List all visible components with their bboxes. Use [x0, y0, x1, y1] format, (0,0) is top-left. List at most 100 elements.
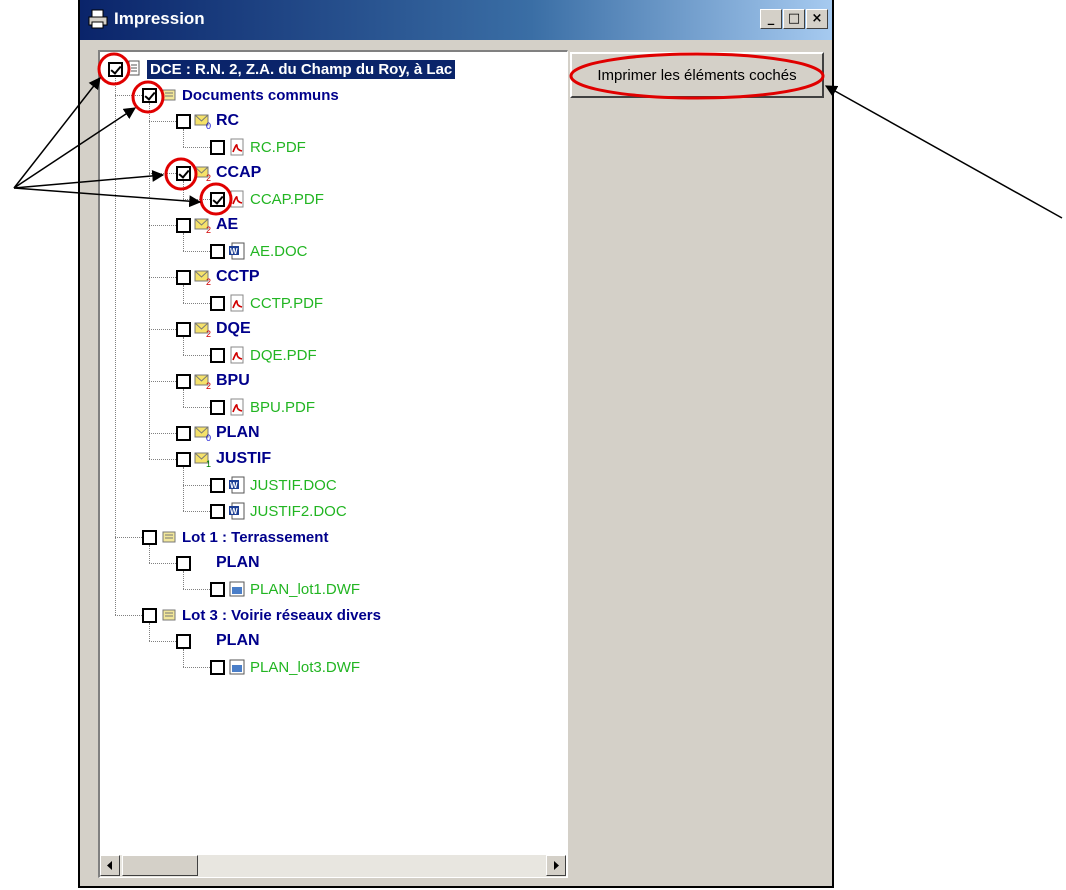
word-doc-icon: W	[229, 502, 245, 520]
node-checkbox[interactable]	[176, 373, 191, 389]
tree-node[interactable]: 1 JUSTIF	[176, 447, 271, 471]
tree-node[interactable]: 0 RC	[176, 109, 239, 133]
tree-connector	[183, 667, 210, 668]
scroll-thumb[interactable]	[122, 855, 198, 876]
node-checkbox[interactable]	[176, 113, 191, 129]
tree-connector	[149, 433, 176, 434]
node-label: Documents communs	[182, 86, 339, 104]
scroll-icon	[162, 531, 176, 543]
node-checkbox[interactable]	[210, 503, 225, 519]
document-icon	[128, 60, 140, 76]
tree-root[interactable]: DCE : R.N. 2, Z.A. du Champ du Roy, à La…	[108, 57, 456, 81]
tree-node[interactable]: W JUSTIF.DOC	[210, 473, 337, 497]
tree-connector	[183, 407, 210, 408]
node-label: DQE.PDF	[250, 346, 317, 364]
node-checkbox[interactable]	[210, 295, 225, 311]
window-title: Impression	[114, 9, 205, 28]
document-tree[interactable]: DCE : R.N. 2, Z.A. du Champ du Roy, à La…	[98, 50, 568, 878]
tree-connector	[149, 121, 176, 122]
node-checkbox[interactable]	[176, 451, 191, 467]
scroll-icon	[162, 609, 176, 621]
tree-node[interactable]: 0 PLAN	[176, 421, 260, 445]
node-checkbox[interactable]	[142, 529, 157, 545]
tree-connector	[149, 641, 176, 642]
minimize-button[interactable]: _	[760, 9, 782, 29]
mail-folder-icon: 2	[194, 322, 211, 338]
pdf-icon	[230, 190, 244, 208]
horizontal-scrollbar[interactable]	[100, 855, 566, 877]
tree-node[interactable]: 2 BPU	[176, 369, 250, 393]
tree-node[interactable]: W AE.DOC	[210, 239, 308, 263]
node-checkbox[interactable]	[176, 555, 191, 571]
tree-node[interactable]: RC.PDF	[210, 135, 306, 159]
mail-folder-icon: 0	[194, 426, 211, 442]
node-checkbox[interactable]	[142, 87, 157, 103]
node-label: DQE	[216, 320, 251, 337]
mail-folder-icon: 0	[194, 114, 211, 130]
print-checked-button[interactable]: Imprimer les éléments cochés	[570, 52, 824, 98]
dwf-icon	[229, 659, 245, 675]
tree-node[interactable]: CCAP.PDF	[210, 187, 324, 211]
node-checkbox[interactable]	[210, 347, 225, 363]
tree-connector	[115, 74, 116, 615]
tree-connector	[183, 147, 210, 148]
node-label: Lot 3 : Voirie réseaux divers	[182, 606, 381, 624]
tree-node[interactable]: Lot 1 : Terrassement	[142, 525, 328, 549]
node-checkbox[interactable]	[176, 425, 191, 441]
node-checkbox[interactable]	[210, 659, 225, 675]
tree-node[interactable]: 2 AE	[176, 213, 238, 237]
tree-connector	[183, 199, 210, 200]
tree-node[interactable]: PLAN	[176, 629, 260, 653]
tree-node[interactable]: CCTP.PDF	[210, 291, 323, 315]
node-label: Lot 1 : Terrassement	[182, 528, 329, 546]
node-checkbox[interactable]	[176, 321, 191, 337]
node-checkbox[interactable]	[176, 633, 191, 649]
tree-node[interactable]: 2 DQE	[176, 317, 251, 341]
node-label: RC	[216, 112, 240, 129]
node-label: JUSTIF2.DOC	[250, 502, 347, 520]
node-checkbox[interactable]	[210, 139, 225, 155]
title-bar[interactable]: Impression _ □ ×	[80, 0, 832, 40]
tree-connector	[183, 589, 210, 590]
tree-node[interactable]: 2 CCTP	[176, 265, 260, 289]
node-label: AE	[216, 216, 239, 233]
tree-connector	[183, 251, 210, 252]
svg-text:2: 2	[206, 381, 211, 390]
tree-connector	[183, 511, 210, 512]
tree-node[interactable]: 2 CCAP	[176, 161, 261, 185]
node-checkbox[interactable]	[176, 165, 191, 181]
pdf-icon	[230, 346, 244, 364]
node-checkbox[interactable]	[210, 399, 225, 415]
node-checkbox[interactable]	[210, 477, 225, 493]
scroll-icon	[162, 89, 176, 101]
root-checkbox[interactable]	[108, 61, 123, 77]
tree-node[interactable]: DQE.PDF	[210, 343, 317, 367]
tree-connector	[149, 381, 176, 382]
tree-node[interactable]: PLAN_lot3.DWF	[210, 655, 360, 679]
tree-node[interactable]: W JUSTIF2.DOC	[210, 499, 347, 523]
node-label: PLAN_lot1.DWF	[250, 580, 361, 598]
node-label: JUSTIF	[216, 450, 272, 467]
blank-icon	[194, 554, 212, 572]
node-checkbox[interactable]	[176, 217, 191, 233]
arrow-right-icon	[554, 861, 559, 870]
tree-node[interactable]: BPU.PDF	[210, 395, 315, 419]
tree-node[interactable]: Documents communs	[142, 83, 339, 107]
scroll-left-button[interactable]	[100, 855, 120, 876]
close-button[interactable]: ×	[806, 9, 828, 29]
tree-node[interactable]: PLAN_lot1.DWF	[210, 577, 360, 601]
node-checkbox[interactable]	[210, 581, 225, 597]
tree-node[interactable]: PLAN	[176, 551, 260, 575]
scroll-right-button[interactable]	[546, 855, 566, 876]
tree-node[interactable]: Lot 3 : Voirie réseaux divers	[142, 603, 381, 627]
node-checkbox[interactable]	[210, 243, 225, 259]
tree-connector	[149, 103, 150, 459]
svg-text:0: 0	[206, 433, 211, 442]
node-checkbox[interactable]	[176, 269, 191, 285]
arrow-left-icon	[107, 861, 112, 870]
node-checkbox[interactable]	[210, 191, 225, 207]
svg-text:W: W	[230, 247, 238, 256]
node-checkbox[interactable]	[142, 607, 157, 623]
tree-connector	[183, 303, 210, 304]
maximize-button[interactable]: □	[783, 9, 805, 29]
